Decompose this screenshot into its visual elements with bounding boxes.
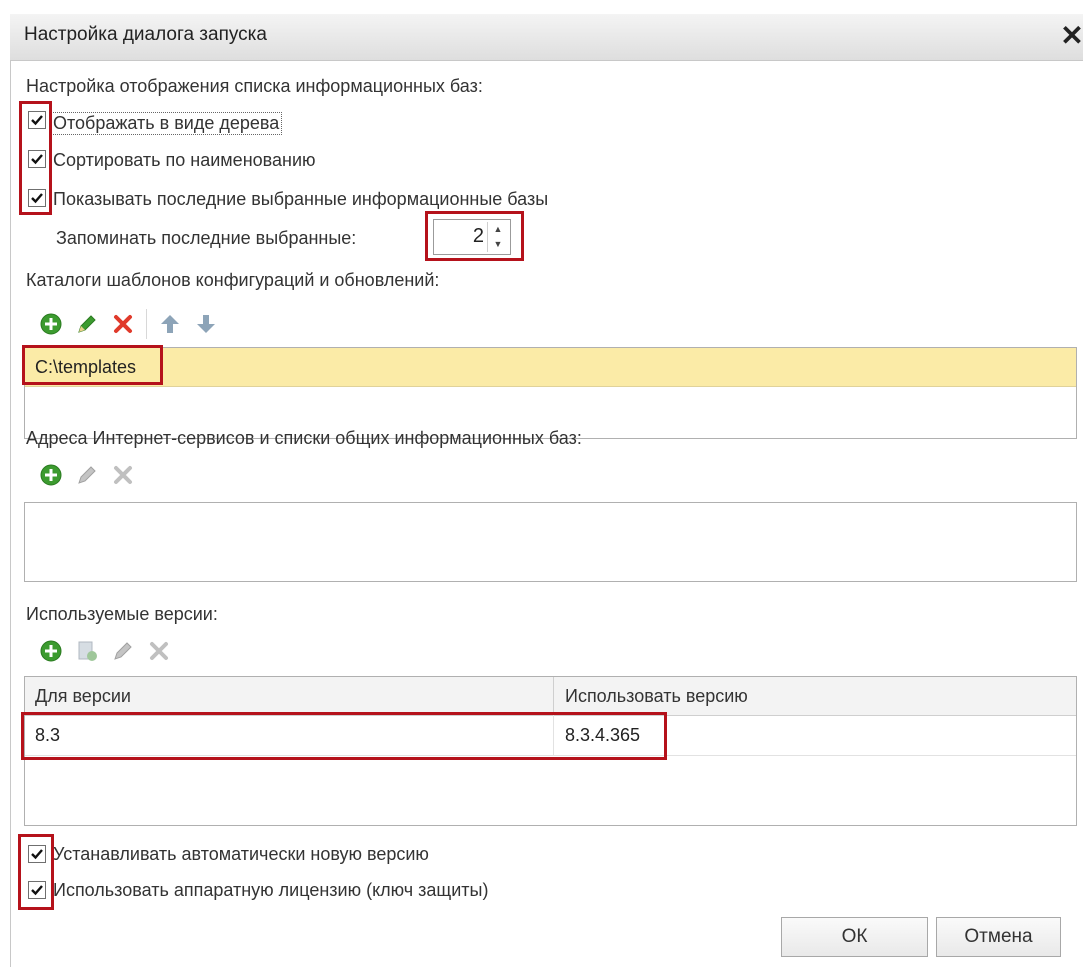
versions-heading: Используемые версии: (26, 604, 218, 624)
list-item[interactable]: C:\templates (25, 348, 1076, 387)
column-divider (553, 677, 554, 715)
title-bar: Настройка диалога запуска ✕ (10, 14, 1083, 61)
display-settings-heading: Настройка отображения списка информацион… (26, 76, 483, 96)
edit-icon[interactable] (74, 311, 100, 337)
highlight-frame-checkboxes (19, 101, 52, 215)
add-icon[interactable] (38, 311, 64, 337)
highlight-frame-bottom-checkboxes (18, 834, 54, 910)
copy-icon (74, 638, 100, 664)
internet-services-heading: Адреса Интернет-сервисов и списки общих … (26, 428, 582, 448)
highlight-frame-stepper (425, 211, 524, 261)
versions-toolbar (38, 638, 172, 664)
checkbox-hardware-license-label[interactable]: Использовать аппаратную лицензию (ключ з… (53, 880, 488, 901)
internet-toolbar (38, 462, 136, 488)
close-icon[interactable]: ✕ (1057, 18, 1083, 54)
internet-services-list[interactable] (24, 502, 1077, 582)
move-up-icon[interactable] (157, 311, 183, 337)
highlight-frame-version-row (21, 712, 667, 760)
delete-icon (146, 638, 172, 664)
checkbox-sort-by-name-label[interactable]: Сортировать по наименованию (53, 150, 316, 171)
column-header-use-version[interactable]: Использовать версию (565, 686, 748, 707)
add-icon[interactable] (38, 462, 64, 488)
templates-list[interactable]: C:\templates (24, 347, 1077, 439)
templates-toolbar (38, 309, 219, 339)
templates-heading: Каталоги шаблонов конфигураций и обновле… (26, 270, 440, 290)
add-icon[interactable] (38, 638, 64, 664)
delete-icon[interactable] (110, 311, 136, 337)
ok-button[interactable]: ОК (781, 917, 928, 957)
cancel-button[interactable]: Отмена (936, 917, 1061, 957)
checkbox-auto-install-label[interactable]: Устанавливать автоматически новую версию (53, 844, 429, 865)
checkbox-show-recent-label[interactable]: Показывать последние выбранные информаци… (53, 189, 548, 210)
toolbar-separator (146, 309, 147, 339)
checkbox-tree-view-label[interactable]: Отображать в виде дерева (50, 112, 283, 135)
edit-icon (110, 638, 136, 664)
edit-icon (74, 462, 100, 488)
column-header-for-version[interactable]: Для версии (35, 686, 131, 707)
delete-icon (110, 462, 136, 488)
remember-recent-label: Запоминать последние выбранные: (56, 228, 357, 248)
table-header: Для версии Использовать версию (25, 677, 1076, 716)
window-title: Настройка диалога запуска (24, 24, 267, 45)
highlight-frame-template (22, 345, 163, 385)
window-border (10, 60, 11, 967)
move-down-icon[interactable] (193, 311, 219, 337)
